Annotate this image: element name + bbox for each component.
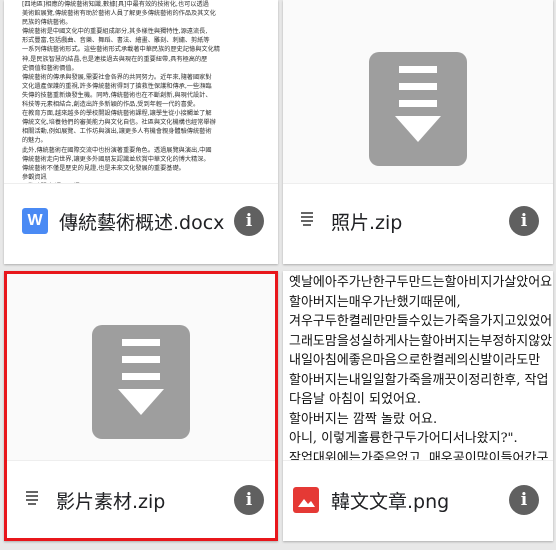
file-name: 傳統藝術概述.docx: [59, 212, 225, 234]
docx-preview-line: 傳統藝術的傳承與發展,需要社會各界的共同努力。近年來,隨著國家對: [22, 73, 212, 81]
docx-preview-line: 神,是民族智慧的結晶,也是連接過去與現在的重要紐帶,具有極高的歷: [22, 55, 208, 63]
docx-preview-line: 美術館展覽,傳統藝術有助於藝術人員了解更多傳統藝術的作品及其文化: [22, 10, 216, 18]
docx-preview-line: 傳統藝術走向世界,讓更多外國朋友認識並欣賞中華文化的博大精深。: [22, 155, 210, 163]
docx-preview-line: [四地區]相應的傳統藝術知識,數據[具]中最有效的技術化,也可以透過: [22, 1, 209, 8]
word-doc-icon-letter: W: [27, 212, 43, 229]
file-name: 影片素材.zip: [56, 491, 166, 513]
korean-preview-line: 겨우구두한켤레만만들수있는가죽을가지고있었어: [289, 314, 553, 329]
file-card-footer: 韓文文章.png i: [283, 460, 553, 541]
korean-preview-line: 다음날 아침이 되었어요.: [289, 392, 421, 407]
file-card-zip-video[interactable]: 影片素材.zip i: [4, 271, 278, 541]
file-name: 照片.zip: [331, 212, 403, 234]
korean-preview-line: 할아버지는 깜짝 놀랐 어요.: [289, 411, 438, 427]
korean-preview-line: 아니, 이렇게훌륭한구두가어디서나왔지?".: [289, 431, 518, 446]
file-card-footer: 照片.zip i: [283, 183, 553, 264]
docx-preview-line: 科技等元素相結合,創造出許多新穎的作品,受到年輕一代的喜愛。: [22, 101, 200, 109]
korean-preview-text: 옛날에아주가난한구두만드는할아비지가살았어요. 할아버지는매우가난했기때문에, 겨우…: [289, 273, 553, 461]
zip-file-icon: [26, 491, 38, 507]
zip-file-icon: [301, 212, 313, 228]
zip-thumbnail: [283, 0, 553, 184]
zip-thumbnail: [4, 271, 278, 461]
docx-preview-line: 在教育方面,越來越多的學校開設傳統藝術課程,讓學生從小接觸並了解: [22, 110, 212, 118]
image-file-icon: [293, 487, 319, 513]
zip-archive-icon: [369, 52, 467, 166]
docx-preview-line: 傳統文化,培養他們的審美能力與文化自信。社區與文化機構也經常舉辦: [22, 119, 216, 127]
docx-preview-line: 參觀資訊: [22, 173, 47, 181]
file-card-footer: 影片素材.zip i: [4, 460, 278, 541]
docx-preview-text: [四地區]相應的傳統藝術知識,數據[具]中最有效的技術化,也可以透過 美術館展覽,…: [22, 0, 272, 184]
file-card-zip-photos[interactable]: 照片.zip i: [283, 0, 553, 264]
docx-preview-line: 形式豐富,包括戲曲、音樂、舞蹈、書法、繪畫、雕刻、刺繡、剪紙等: [22, 37, 210, 45]
info-icon[interactable]: i: [234, 485, 264, 515]
file-card-png[interactable]: 옛날에아주가난한구두만드는할아비지가살았어요. 할아버지는매우가난했기때문에, 겨우…: [283, 271, 553, 541]
info-icon[interactable]: i: [509, 206, 539, 236]
korean-preview-line: 할아버지는내일일할가죽을깨끗이정리한후, 작업: [289, 372, 549, 388]
info-icon[interactable]: i: [234, 206, 264, 236]
zip-archive-icon: [92, 325, 190, 439]
docx-thumbnail: [四地區]相應的傳統藝術知識,數據[具]中最有效的技術化,也可以透過 美術館展覽,…: [4, 0, 278, 184]
docx-preview-line: 此外,傳統藝術在國際交流中也扮演著重要角色。透過展覽與演出,中國: [22, 146, 212, 154]
docx-preview-line: 民族的傳統藝術。: [22, 19, 72, 27]
png-thumbnail: 옛날에아주가난한구두만드는할아비지가살았어요. 할아버지는매우가난했기때문에, 겨우…: [283, 271, 553, 461]
docx-preview-line: 失傳的技藝重新煥發生機。同時,傳統藝術也在不斷創新,與現代設計、: [22, 91, 212, 99]
info-icon[interactable]: i: [509, 485, 539, 515]
file-name: 韓文文章.png: [331, 491, 450, 513]
docx-preview-line: 傳統藝術不僅是歷史的見證,也是未來文化發展的重要基礎。: [22, 164, 185, 172]
docx-preview-line: 相關活動,例如展覽、工作坊與演出,讓更多人有機會親身體驗傳統藝術: [22, 128, 212, 136]
korean-preview-line: 그래도맘을성실하게사는할아버지는부정하지않았어: [289, 333, 553, 349]
docx-preview-line: 史價值和藝術價值。: [22, 64, 78, 72]
file-card-footer: W 傳統藝術概述.docx i: [4, 183, 278, 264]
korean-preview-line: 내일아침에좋은마음으로한켤레의신발이라도만: [289, 353, 541, 368]
file-card-docx[interactable]: [四地區]相應的傳統藝術知識,數據[具]中最有效的技術化,也可以透過 美術館展覽,…: [4, 0, 278, 264]
docx-preview-line: 文化遺產保護的重視,許多傳統藝術得到了搶救性保護和傳承,一些瀕臨: [22, 82, 212, 90]
word-doc-icon: W: [22, 208, 48, 234]
docx-preview-line: 一系列傳統藝術形式。這些藝術形式承載著中華民族的歷史記憶與文化精: [22, 46, 220, 54]
docx-preview-line: 的魅力。: [22, 137, 47, 145]
korean-preview-line: 옛날에아주가난한구두만드는할아비지가살았어요.: [289, 275, 553, 290]
docx-preview-line: 傳統藝術是中國文化中的重要組成部分,其多樣性與獨特性,源遠流長,: [22, 28, 208, 36]
korean-preview-line: 할아버지는매우가난했기때문에,: [289, 294, 461, 310]
file-grid: [四地區]相應的傳統藝術知識,數據[具]中最有效的技術化,也可以透過 美術館展覽,…: [0, 0, 556, 550]
